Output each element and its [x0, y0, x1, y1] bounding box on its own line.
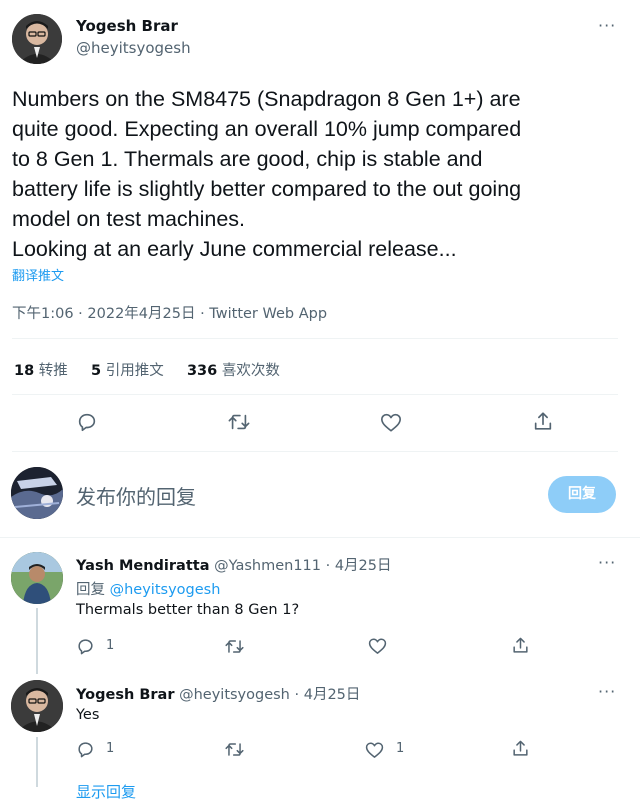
divider [12, 338, 618, 339]
quotes-count: 5 [91, 363, 102, 379]
reply-date[interactable]: · 4月25日 [295, 687, 361, 703]
reply-count: 1 [106, 638, 115, 653]
reply-icon[interactable] [76, 740, 95, 759]
thread-line [36, 737, 38, 787]
reply-header: Yogesh Brar @heyitsyogesh · 4月25日 [76, 683, 360, 704]
tweet-text-line: to 8 Gen 1. Thermals are good, chip is s… [12, 147, 483, 171]
timestamp[interactable]: 下午1:06 · 2022年4月25日 · Twitter Web App [12, 302, 327, 323]
more-icon[interactable]: ··· [598, 553, 616, 572]
share-icon[interactable] [511, 739, 530, 758]
reply-input[interactable]: 发布你的回复 [76, 481, 196, 510]
divider [12, 451, 618, 452]
tweet-stats: 18 转推 5 引用推文 336 喜欢次数 [14, 359, 280, 380]
reply-date[interactable]: · 4月25日 [326, 558, 392, 574]
reply-avatar[interactable] [11, 680, 63, 732]
tweet-text-line: model on test machines. [12, 207, 246, 231]
likes-count: 336 [186, 363, 218, 379]
retweets-label: 转推 [38, 363, 68, 379]
divider [12, 394, 618, 395]
more-icon[interactable]: ··· [598, 682, 616, 701]
replying-to-prefix: 回复 [76, 582, 105, 598]
my-avatar[interactable] [11, 467, 63, 519]
show-replies-link[interactable]: 显示回复 [76, 781, 136, 802]
reply-icon[interactable] [76, 637, 95, 656]
likes-stat[interactable]: 336 喜欢次数 [187, 363, 280, 379]
author-name[interactable]: Yogesh Brar [76, 17, 178, 35]
retweets-stat[interactable]: 18 转推 [14, 363, 68, 379]
author-avatar[interactable] [12, 14, 62, 64]
reply-button[interactable]: 回复 [548, 476, 616, 513]
replying-to: 回复 @heyitsyogesh [76, 578, 220, 599]
reply-author-handle[interactable]: @heyitsyogesh [179, 687, 290, 703]
tweet-text-line: quite good. Expecting an overall 10% jum… [12, 117, 522, 141]
share-icon[interactable] [532, 410, 554, 433]
tweet-text: Numbers on the SM8475 (Snapdragon 8 Gen … [12, 84, 521, 264]
like-icon[interactable] [380, 412, 402, 433]
quotes-label: 引用推文 [105, 363, 164, 379]
tweet-text-line: Looking at an early June commercial rele… [12, 237, 457, 261]
translate-link[interactable]: 翻译推文 [12, 265, 64, 284]
more-icon[interactable]: ··· [598, 16, 616, 35]
quotes-stat[interactable]: 5 引用推文 [91, 363, 164, 379]
reply-text: Yes [76, 707, 100, 723]
tweet-text-line: Numbers on the SM8475 (Snapdragon 8 Gen … [12, 87, 521, 111]
replying-to-handle[interactable]: @heyitsyogesh [110, 582, 221, 598]
likes-label: 喜欢次数 [221, 363, 280, 379]
share-icon[interactable] [511, 636, 530, 655]
divider [0, 537, 640, 538]
thread-line [36, 608, 38, 674]
reply-count: 1 [106, 741, 115, 756]
reply-author-name[interactable]: Yogesh Brar [76, 687, 174, 703]
author-handle[interactable]: @heyitsyogesh [76, 39, 191, 57]
reply-icon[interactable] [76, 411, 98, 433]
tweet-text-line: battery life is slightly better compared… [12, 177, 522, 201]
reply-header: Yash Mendiratta @Yashmen111 · 4月25日 [76, 554, 392, 575]
retweet-icon[interactable] [224, 637, 245, 656]
retweets-count: 18 [14, 363, 35, 379]
reply-author-name[interactable]: Yash Mendiratta [76, 558, 209, 574]
like-icon[interactable] [365, 741, 384, 759]
reply-author-handle[interactable]: @Yashmen111 [214, 558, 321, 574]
like-count: 1 [396, 741, 405, 756]
reply-text: Thermals better than 8 Gen 1? [76, 602, 300, 618]
reply-avatar[interactable] [11, 552, 63, 604]
retweet-icon[interactable] [227, 411, 251, 433]
retweet-icon[interactable] [224, 740, 245, 759]
like-icon[interactable] [368, 637, 387, 655]
